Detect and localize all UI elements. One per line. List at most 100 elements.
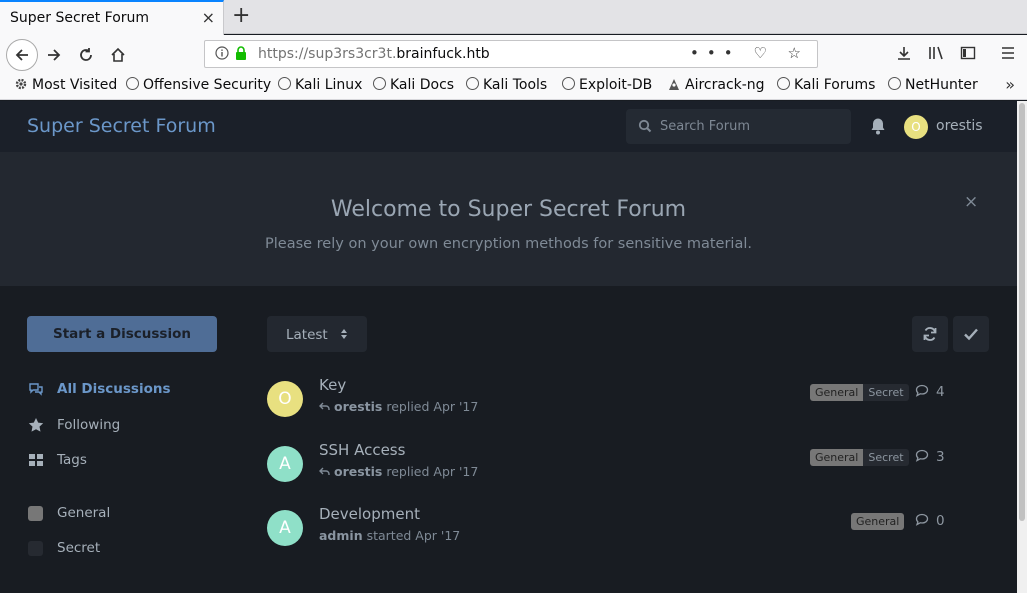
reply-count: 3 xyxy=(915,449,945,465)
activity-text: replied Apr '17 xyxy=(386,464,479,479)
url-text[interactable]: https://sup3rs3cr3t.brainfuck.htb xyxy=(258,46,490,62)
bookmarks-overflow-icon[interactable]: » xyxy=(1005,75,1015,94)
discussion-row[interactable]: O Key orestis replied Apr '17 General Sec… xyxy=(267,376,957,420)
reply-icon xyxy=(319,402,330,410)
bookmark-label: Kali Docs xyxy=(390,77,455,93)
url-host: brainfuck.htb xyxy=(396,46,490,62)
menu-icon[interactable] xyxy=(1000,45,1016,61)
discussion-meta: admin started Apr '17 xyxy=(319,528,460,543)
bookmark-label: Kali Forums xyxy=(794,77,876,93)
star-icon xyxy=(28,418,44,432)
avatar[interactable]: A xyxy=(267,510,303,546)
tag-badge[interactable]: General xyxy=(810,449,864,466)
refresh-button[interactable] xyxy=(912,316,948,352)
bookmark-kali-forums[interactable]: Kali Forums xyxy=(777,77,875,93)
avatar[interactable]: A xyxy=(267,446,303,482)
gear-icon xyxy=(15,78,27,90)
forum-page: Super Secret Forum O orestis Welcome to … xyxy=(0,101,1017,593)
bookmark-kali-linux[interactable]: Kali Linux xyxy=(278,77,362,93)
reply-count-value: 4 xyxy=(936,384,945,400)
forward-button[interactable] xyxy=(40,41,68,69)
close-icon[interactable]: × xyxy=(964,192,978,212)
sidebar-item-label: Secret xyxy=(57,540,101,556)
discussion-title[interactable]: Development xyxy=(319,505,420,523)
home-button[interactable] xyxy=(104,41,132,69)
reload-button[interactable] xyxy=(72,41,100,69)
sort-dropdown[interactable]: Latest xyxy=(267,316,367,352)
info-icon[interactable] xyxy=(215,46,229,60)
grid-icon xyxy=(29,454,43,466)
globe-icon xyxy=(888,77,901,90)
discussion-title[interactable]: Key xyxy=(319,376,346,394)
globe-icon xyxy=(562,77,575,90)
tag-badge[interactable]: General xyxy=(851,513,905,530)
tag-color-swatch xyxy=(28,541,43,556)
discussion-title[interactable]: SSH Access xyxy=(319,441,405,459)
avatar[interactable]: O xyxy=(267,381,303,417)
username[interactable]: orestis xyxy=(936,118,983,134)
tag-badge[interactable]: Secret xyxy=(863,449,909,466)
activity-text: replied Apr '17 xyxy=(386,399,479,414)
bookmark-kali-docs[interactable]: Kali Docs xyxy=(373,77,454,93)
sidebar-icon[interactable] xyxy=(960,45,976,61)
new-tab-button[interactable]: + xyxy=(232,3,250,28)
refresh-icon xyxy=(923,327,937,341)
bookmark-aircrack-ng[interactable]: Aircrack-ng xyxy=(667,77,765,93)
download-icon[interactable] xyxy=(896,45,912,61)
bookmark-kali-tools[interactable]: Kali Tools xyxy=(466,77,547,93)
comment-bubble-icon xyxy=(915,449,929,462)
tag-badge[interactable]: Secret xyxy=(863,384,909,401)
hero-title: Welcome to Super Secret Forum xyxy=(330,197,687,222)
search-icon xyxy=(638,119,652,133)
author-name[interactable]: orestis xyxy=(334,464,382,479)
tab-close-icon[interactable]: × xyxy=(202,8,215,27)
discussion-row[interactable]: A SSH Access orestis replied Apr '17 Gen… xyxy=(267,441,957,485)
reply-count: 0 xyxy=(915,513,945,529)
tab-strip: Super Secret Forum × + xyxy=(0,0,1027,35)
author-name[interactable]: orestis xyxy=(334,399,382,414)
page-actions[interactable]: ••• ♡ ☆ xyxy=(690,44,809,62)
globe-icon xyxy=(373,77,386,90)
tag-badge[interactable]: General xyxy=(810,384,864,401)
globe-icon xyxy=(777,77,790,90)
comments-icon xyxy=(29,383,43,396)
library-icon[interactable] xyxy=(928,45,946,61)
comment-bubble-icon xyxy=(915,384,929,397)
user-avatar[interactable]: O xyxy=(904,115,928,139)
secure-lock-icon[interactable] xyxy=(235,46,247,60)
discussion-tags: General Secret xyxy=(810,449,909,467)
scrollbar-thumb[interactable] xyxy=(1019,103,1025,521)
discussion-meta: orestis replied Apr '17 xyxy=(319,464,478,479)
reply-count-value: 0 xyxy=(936,513,945,529)
discussion-tags: General Secret xyxy=(810,384,909,402)
bookmark-offensive-security[interactable]: Offensive Security xyxy=(126,77,271,93)
bookmark-most-visited[interactable]: Most Visited xyxy=(14,77,117,93)
search-box[interactable] xyxy=(626,109,851,144)
bookmark-label: Exploit-DB xyxy=(579,77,653,93)
notifications-bell-icon[interactable] xyxy=(870,117,886,135)
tab-title: Super Secret Forum xyxy=(10,10,150,26)
back-button[interactable] xyxy=(6,39,38,71)
bookmark-label: Offensive Security xyxy=(143,77,272,93)
mark-all-read-button[interactable] xyxy=(953,316,989,352)
tag-color-swatch xyxy=(28,506,43,521)
navigation-toolbar: https://sup3rs3cr3t.brainfuck.htb ••• ♡ … xyxy=(0,35,1027,73)
sidebar-item-label: All Discussions xyxy=(57,381,171,397)
bookmark-exploit-db[interactable]: Exploit-DB xyxy=(562,77,652,93)
activity-text: started Apr '17 xyxy=(366,528,461,543)
page-scrollbar[interactable] xyxy=(1017,101,1027,593)
globe-icon xyxy=(466,77,479,90)
forum-brand[interactable]: Super Secret Forum xyxy=(27,115,216,137)
forward-arrow-icon xyxy=(48,49,61,61)
sidebar-item-label: General xyxy=(57,505,111,521)
aircrack-icon xyxy=(669,79,679,90)
discussion-row[interactable]: A Development admin started Apr '17 Gene… xyxy=(267,505,957,549)
start-discussion-button[interactable]: Start a Discussion xyxy=(27,316,217,352)
author-name[interactable]: admin xyxy=(319,528,363,543)
url-bar[interactable]: https://sup3rs3cr3t.brainfuck.htb ••• ♡ … xyxy=(204,40,818,68)
browser-tab[interactable]: Super Secret Forum × xyxy=(0,0,224,35)
reply-count: 4 xyxy=(915,384,945,400)
search-input[interactable] xyxy=(660,116,840,136)
sidebar-item-label: Tags xyxy=(57,452,87,468)
bookmark-nethunter[interactable]: NetHunter xyxy=(888,77,978,93)
